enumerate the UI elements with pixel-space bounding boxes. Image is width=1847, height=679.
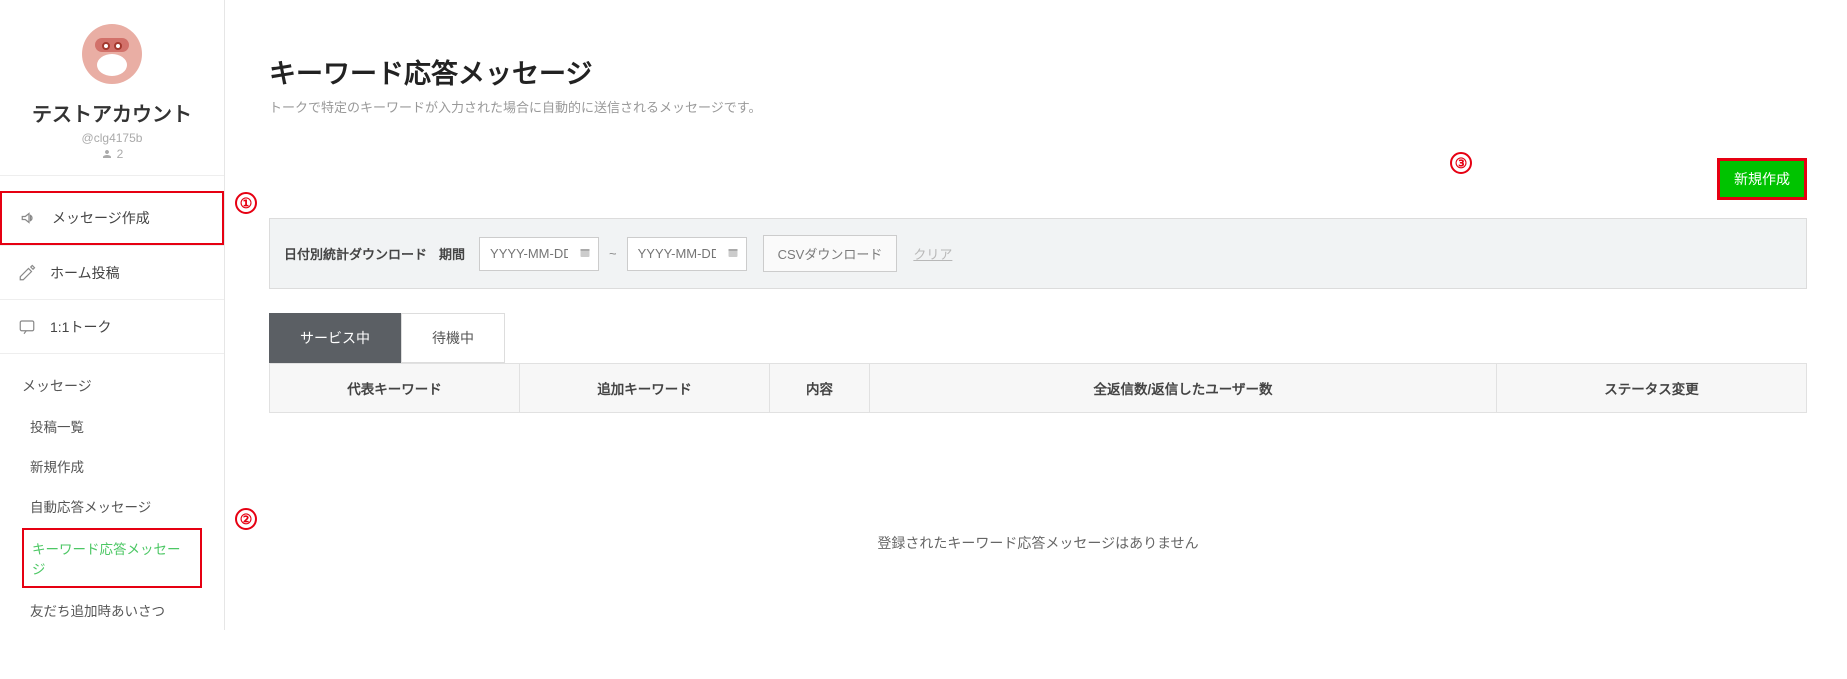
- th-main-keyword: 代表キーワード: [270, 364, 520, 413]
- account-id: @clg4175b: [0, 131, 224, 145]
- page-description: トークで特定のキーワードが入力された場合に自動的に送信されるメッセージです。: [269, 97, 1807, 116]
- friend-count: 2: [0, 147, 224, 161]
- csv-download-button[interactable]: CSVダウンロード: [763, 235, 898, 272]
- sidebar-item-label: メッセージ作成: [52, 208, 150, 228]
- tab-serving[interactable]: サービス中: [269, 313, 401, 363]
- friend-count-value: 2: [117, 147, 124, 161]
- new-button[interactable]: 新規作成: [1717, 158, 1807, 200]
- th-status-change: ステータス変更: [1497, 364, 1807, 413]
- sidebar-item-home-post[interactable]: ホーム投稿: [0, 245, 224, 299]
- edit-icon: [18, 264, 36, 282]
- profile-block: テストアカウント @clg4175b 2: [0, 0, 224, 175]
- filter-label-download: 日付別統計ダウンロード: [284, 244, 427, 263]
- main-content: キーワード応答メッセージ トークで特定のキーワードが入力された場合に自動的に送信…: [225, 0, 1847, 630]
- sidebar-item-compose[interactable]: メッセージ作成: [0, 191, 224, 245]
- th-reply-stats: 全返信数/返信したユーザー数: [870, 364, 1497, 413]
- avatar: [82, 24, 142, 84]
- th-content: 内容: [770, 364, 870, 413]
- submenu-item-new[interactable]: 新規作成: [0, 446, 224, 486]
- page-title: キーワード応答メッセージ: [269, 52, 1807, 91]
- sidebar: テストアカウント @clg4175b 2 メッセージ作成 ホーム投稿 1:1トー…: [0, 0, 225, 630]
- date-to-input[interactable]: [627, 237, 747, 271]
- megaphone-icon: [20, 209, 38, 227]
- tilde-separator: ~: [609, 246, 617, 261]
- filter-label-period: 期間: [439, 244, 465, 263]
- submenu-header: メッセージ: [0, 354, 224, 406]
- annotation-2: ②: [235, 508, 257, 530]
- date-from-input[interactable]: [479, 237, 599, 271]
- chat-icon: [18, 318, 36, 336]
- sidebar-item-label: 1:1トーク: [50, 317, 111, 337]
- clear-link[interactable]: クリア: [913, 244, 952, 263]
- submenu-item-keyword-reply[interactable]: キーワード応答メッセージ: [24, 530, 200, 586]
- submenu-item-greeting[interactable]: 友だち追加時あいさつ: [0, 590, 224, 630]
- highlight-box-2: キーワード応答メッセージ: [22, 528, 202, 588]
- empty-message: 登録されたキーワード応答メッセージはありません: [269, 413, 1807, 593]
- th-extra-keyword: 追加キーワード: [520, 364, 770, 413]
- account-name: テストアカウント: [0, 98, 224, 127]
- sidebar-item-one-to-one[interactable]: 1:1トーク: [0, 299, 224, 353]
- submenu-item-auto-reply[interactable]: 自動応答メッセージ: [0, 486, 224, 526]
- keyword-table: 代表キーワード 追加キーワード 内容 全返信数/返信したユーザー数 ステータス変…: [269, 363, 1807, 413]
- tabs: サービス中 待機中: [269, 313, 1807, 363]
- annotation-3: ③: [1450, 152, 1472, 174]
- annotation-1: ①: [235, 192, 257, 214]
- person-icon: [101, 148, 113, 160]
- submenu-item-list[interactable]: 投稿一覧: [0, 406, 224, 446]
- tab-waiting[interactable]: 待機中: [401, 313, 505, 363]
- sidebar-item-label: ホーム投稿: [50, 263, 120, 283]
- filter-bar: 日付別統計ダウンロード 期間 ~ CSVダウンロード クリア: [269, 218, 1807, 289]
